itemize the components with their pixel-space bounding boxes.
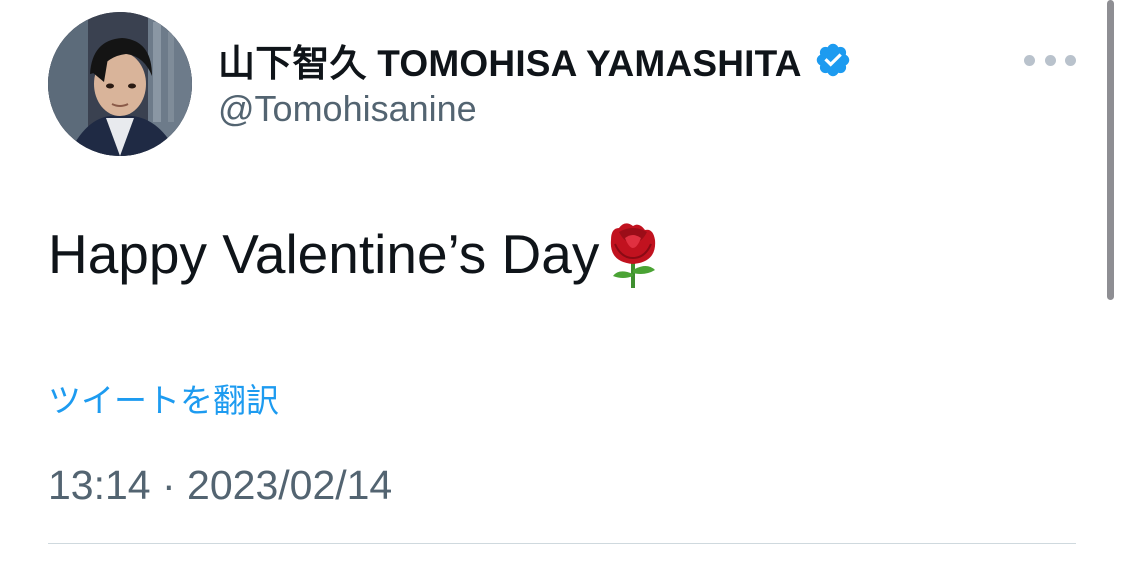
translate-tweet-link[interactable]: ツイートを翻訳	[48, 374, 279, 422]
dot-icon	[1065, 54, 1076, 66]
name-row: 山下智久 TOMOHISA YAMASHITA	[218, 38, 852, 84]
tweet-timestamp[interactable]: 13:14 · 2023/02/14	[48, 462, 392, 509]
scrollbar[interactable]	[1107, 0, 1114, 300]
tweet-detail: 山下智久 TOMOHISA YAMASHITA @Tomohisanine Ha…	[0, 0, 1125, 575]
verified-badge-icon	[814, 41, 852, 79]
more-icon[interactable]	[1024, 42, 1076, 78]
avatar[interactable]	[48, 12, 192, 156]
tweet-text-content: Happy Valentine’s Day	[48, 223, 600, 285]
divider	[48, 543, 1076, 544]
rose-icon	[601, 218, 665, 290]
display-name[interactable]: 山下智久 TOMOHISA YAMASHITA	[218, 33, 802, 87]
user-handle[interactable]: @Tomohisanine	[218, 88, 477, 130]
dot-icon	[1044, 54, 1056, 66]
tweet-text: Happy Valentine’s Day	[48, 218, 665, 290]
dot-icon	[1024, 54, 1035, 66]
